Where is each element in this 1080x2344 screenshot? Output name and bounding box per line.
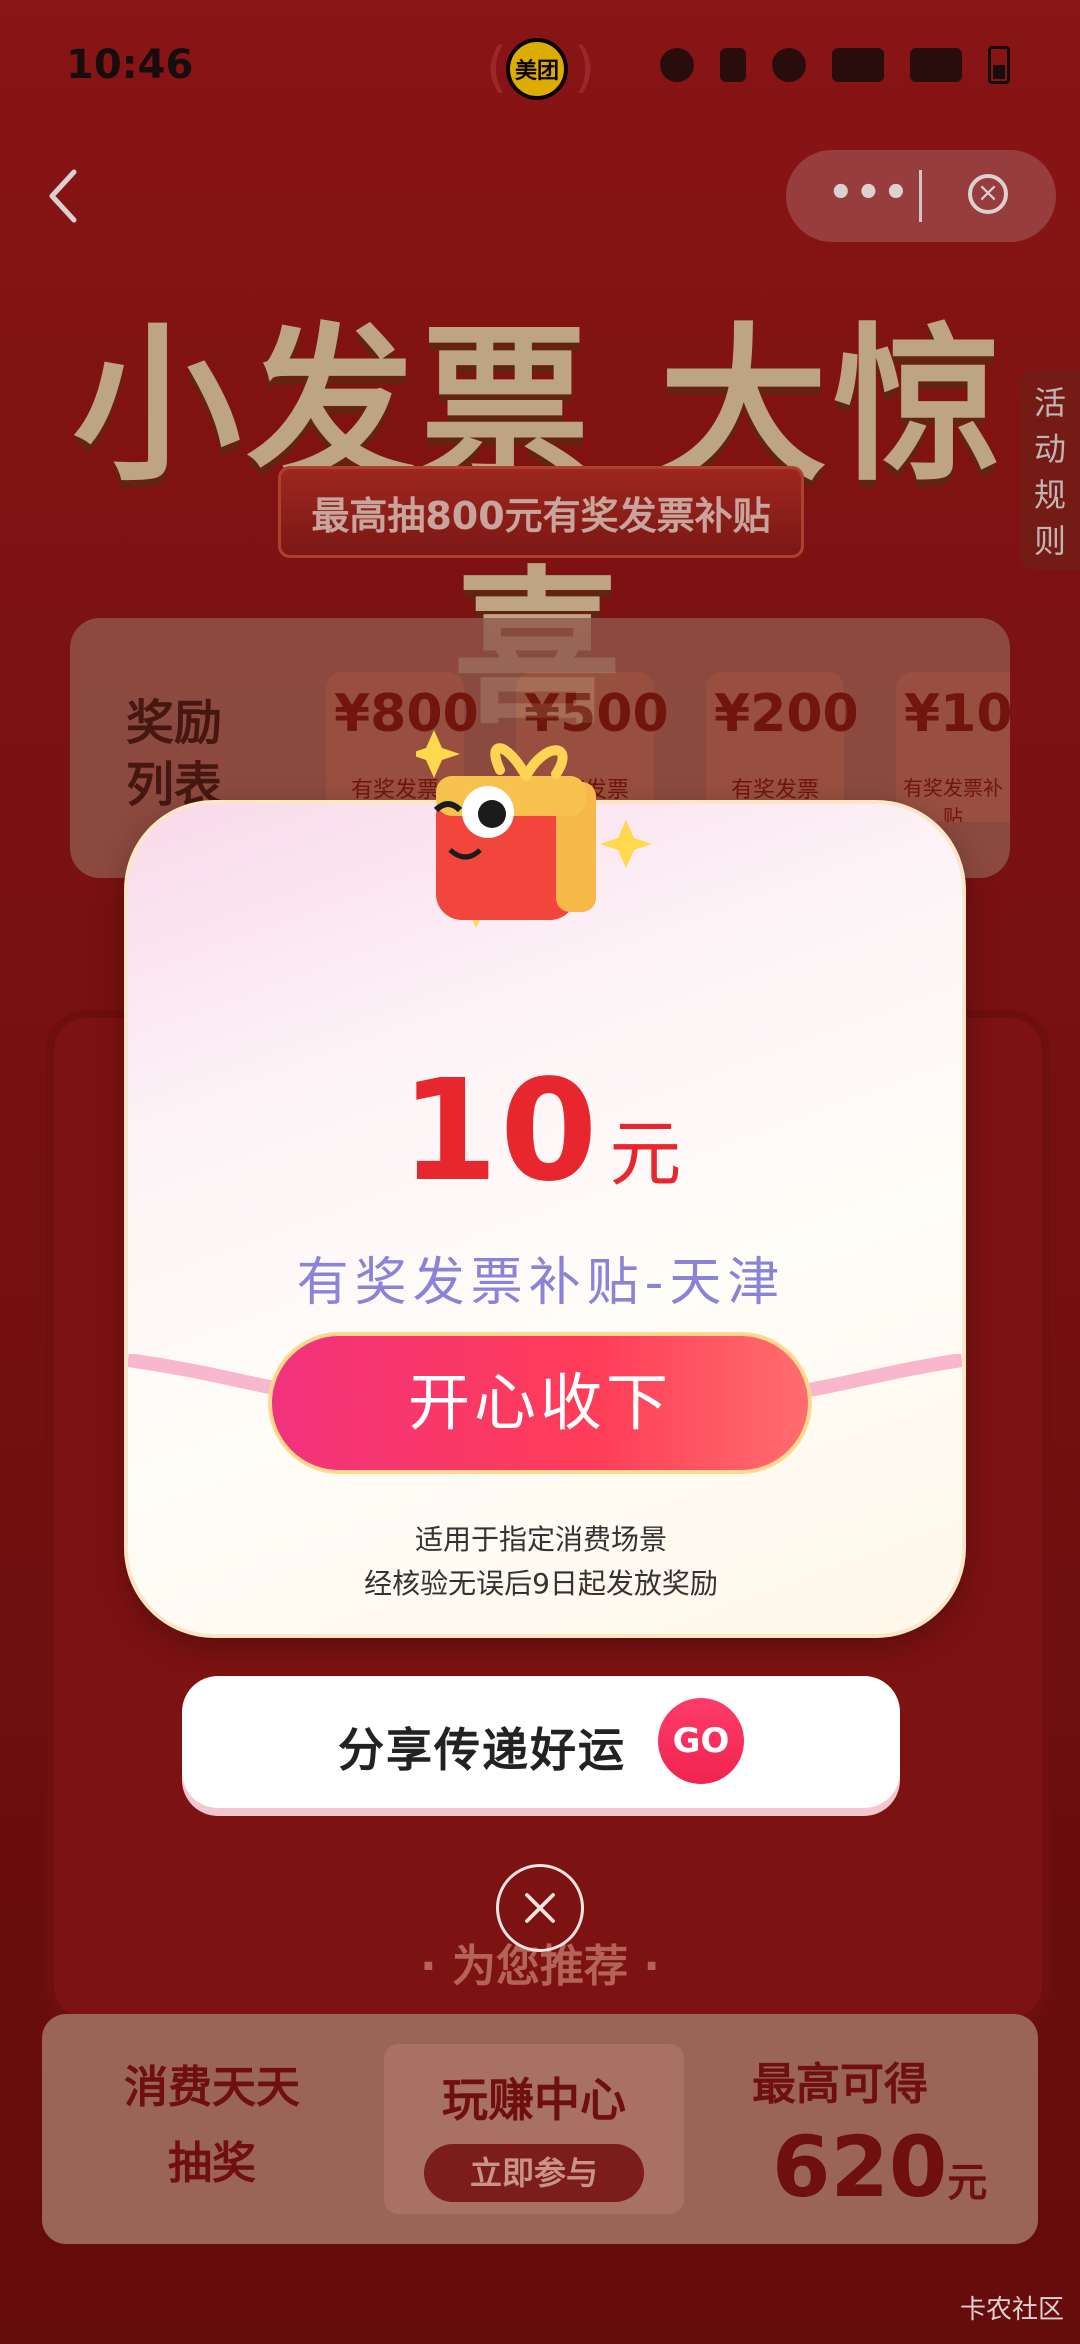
share-button[interactable]: 分享传递好运 GO [182,1676,900,1808]
watermark: 卡农社区 [959,2295,1064,2325]
prize-description: 有奖发票补贴-天津 [296,1253,786,1313]
go-badge: GO [658,1698,744,1784]
prize-amount: 10 元 [124,1050,958,1213]
prize-amount-unit: 元 [609,1112,682,1196]
share-label: 分享传递好运 [338,1723,626,1777]
gift-box-icon [416,730,652,928]
accept-button[interactable]: 开心收下 [268,1332,812,1474]
prize-amount-number: 10 [400,1050,600,1213]
prize-note-line-1: 适用于指定消费场景 [414,1523,667,1556]
prize-note-line-2: 经核验无误后9日起发放奖励 [364,1567,718,1600]
close-icon[interactable] [496,1864,584,1952]
